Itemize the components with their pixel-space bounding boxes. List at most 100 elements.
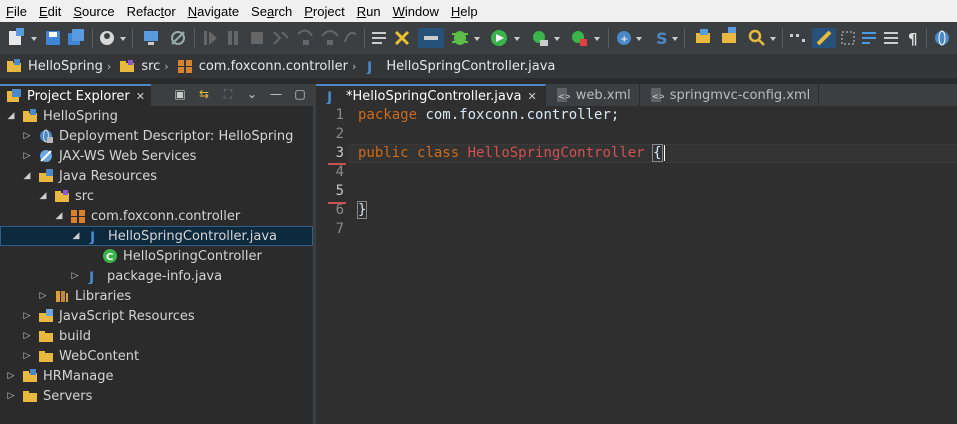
coverage-dropdown-caret[interactable] [554, 37, 560, 41]
menu-search[interactable]: Search [245, 4, 298, 19]
tree-item[interactable]: ▷ Libraries [0, 286, 313, 306]
tree-item[interactable]: ◢ J HelloSpringController.java [0, 226, 313, 246]
close-icon[interactable]: ✕ [136, 90, 145, 103]
step-into-icon[interactable] [297, 29, 313, 45]
menu-edit[interactable]: Edit [33, 4, 67, 19]
menu-source[interactable]: Source [67, 4, 120, 19]
editor-tab[interactable]: <> springmvc-config.xml [640, 84, 820, 106]
tree-item[interactable]: ◢ HelloSpring [0, 106, 313, 126]
external-tools-dropdown-caret[interactable] [594, 37, 600, 41]
new-java-class-icon[interactable]: S [656, 29, 668, 48]
step-over-icon[interactable] [321, 30, 339, 45]
link-with-editor-icon[interactable]: ⇆ [197, 87, 211, 101]
tree-item[interactable]: ▷ HRManage [0, 366, 313, 386]
breadcrumb-item[interactable]: src [119, 58, 160, 74]
collapsed-twisty-icon[interactable]: ▷ [22, 131, 32, 141]
breadcrumb-item[interactable]: HelloSpring [6, 58, 103, 74]
run-icon[interactable] [491, 30, 507, 46]
step-return-icon[interactable] [344, 32, 357, 43]
close-icon[interactable]: ✕ [528, 90, 537, 103]
tree-item[interactable]: ◢ com.foxconn.controller [0, 206, 313, 226]
new-class-dropdown-caret[interactable] [672, 37, 678, 41]
toggle-breadcrumb-icon[interactable] [418, 28, 444, 48]
save-all-icon[interactable] [68, 29, 84, 45]
pilcrow-icon[interactable]: ¶ [908, 30, 918, 48]
external-tools-icon[interactable] [572, 31, 587, 46]
skip-breakpoints-icon[interactable] [171, 31, 185, 45]
editor-tabbar: J *HelloSpringController.java ✕ <> web.xml <>… [316, 84, 957, 106]
resume-icon[interactable] [204, 31, 217, 45]
debug-dropdown-caret[interactable] [474, 37, 480, 41]
new-icon[interactable] [9, 28, 24, 45]
tree-item[interactable]: ◢ src [0, 186, 313, 206]
use-step-filters-icon[interactable] [372, 32, 386, 44]
line-number: 5 [335, 183, 344, 199]
menu-project[interactable]: Project [298, 4, 350, 19]
tree-item[interactable]: ▷ Servers [0, 386, 313, 406]
tree-item[interactable]: ◢ Java Resources [0, 166, 313, 186]
expanded-twisty-icon[interactable]: ◢ [38, 191, 48, 201]
tree-item[interactable]: ▷ JavaScript Resources [0, 306, 313, 326]
breadcrumb-item[interactable]: J HelloSpringController.java [364, 58, 555, 75]
show-whitespace-icon[interactable] [884, 32, 898, 44]
collapsed-twisty-icon[interactable]: ▷ [38, 291, 48, 301]
suspend-icon[interactable] [228, 31, 238, 45]
breadcrumb-item[interactable]: com.foxconn.controller [177, 58, 348, 74]
tree-item[interactable]: ▷ JAX-WS Web Services [0, 146, 313, 166]
tree-item[interactable]: C HelloSpringController [0, 246, 313, 266]
collapse-all-icon[interactable]: ▣ [173, 87, 187, 101]
run-dropdown-caret[interactable] [514, 37, 520, 41]
menu-navigate[interactable]: Navigate [182, 4, 245, 19]
collapsed-twisty-icon[interactable]: ▷ [6, 391, 16, 401]
word-wrap-icon[interactable] [862, 32, 876, 44]
collapsed-twisty-icon[interactable]: ▷ [22, 311, 32, 321]
expanded-twisty-icon[interactable]: ◢ [71, 231, 81, 241]
code-editor[interactable]: 1234567 package com.foxconn.controller; … [316, 106, 957, 424]
minimize-icon[interactable]: — [269, 87, 283, 101]
coverage-icon[interactable] [533, 31, 548, 46]
collapsed-twisty-icon[interactable]: ▷ [22, 151, 32, 161]
debug-icon[interactable] [452, 31, 468, 45]
menu-file[interactable]: File [0, 4, 33, 19]
collapsed-twisty-icon[interactable]: ▷ [6, 371, 16, 381]
run-last-tool-icon[interactable] [394, 30, 410, 46]
console-icon[interactable] [144, 31, 158, 45]
expanded-twisty-icon[interactable]: ◢ [6, 111, 16, 121]
project-explorer-tab[interactable]: Project Explorer ✕ [0, 84, 151, 106]
terminate-icon[interactable] [251, 32, 263, 44]
view-menu-icon[interactable]: ⌄ [245, 87, 259, 101]
toggle-occurrences-icon[interactable] [790, 34, 805, 42]
open-type-icon[interactable] [696, 29, 710, 43]
new-dropdown-caret[interactable] [31, 37, 37, 41]
search-dropdown-caret[interactable] [770, 37, 776, 41]
disconnect-icon[interactable] [273, 31, 289, 45]
tree-item[interactable]: ▷ Deployment Descriptor: HelloSpring [0, 126, 313, 146]
profile-icon[interactable] [100, 31, 114, 45]
collapsed-twisty-icon[interactable]: ▷ [22, 331, 32, 341]
menu-refactor[interactable]: Refactor [121, 4, 182, 19]
globe-icon[interactable] [935, 30, 949, 46]
focus-icon[interactable]: ⛶ [221, 87, 235, 101]
expanded-twisty-icon[interactable]: ◢ [22, 171, 32, 181]
tree-item[interactable]: ▷ build [0, 326, 313, 346]
new-java-package-icon[interactable]: + [617, 31, 631, 45]
collapsed-twisty-icon[interactable]: ▷ [70, 271, 80, 281]
maximize-icon[interactable]: ▢ [293, 87, 307, 101]
menu-run[interactable]: Run [351, 4, 387, 19]
expanded-twisty-icon[interactable]: ◢ [54, 211, 64, 221]
collapsed-twisty-icon[interactable]: ▷ [22, 351, 32, 361]
search-icon[interactable] [748, 29, 765, 46]
open-task-icon[interactable] [722, 27, 736, 43]
profile-dropdown-caret[interactable] [120, 37, 126, 41]
editor-tab[interactable]: <> web.xml [546, 84, 640, 106]
tree-item[interactable]: ▷ Jpackage-info.java [0, 266, 313, 287]
editor-tab[interactable]: J *HelloSpringController.java ✕ [316, 84, 546, 106]
keyword-package: package [358, 107, 418, 123]
highlight-icon[interactable] [812, 28, 836, 48]
block-selection-icon[interactable] [841, 31, 855, 45]
menu-window[interactable]: Window [387, 4, 445, 19]
tree-item[interactable]: ▷ WebContent [0, 346, 313, 366]
menu-help[interactable]: Help [445, 4, 484, 19]
save-icon[interactable] [46, 31, 60, 45]
new-package-dropdown-caret[interactable] [636, 37, 642, 41]
